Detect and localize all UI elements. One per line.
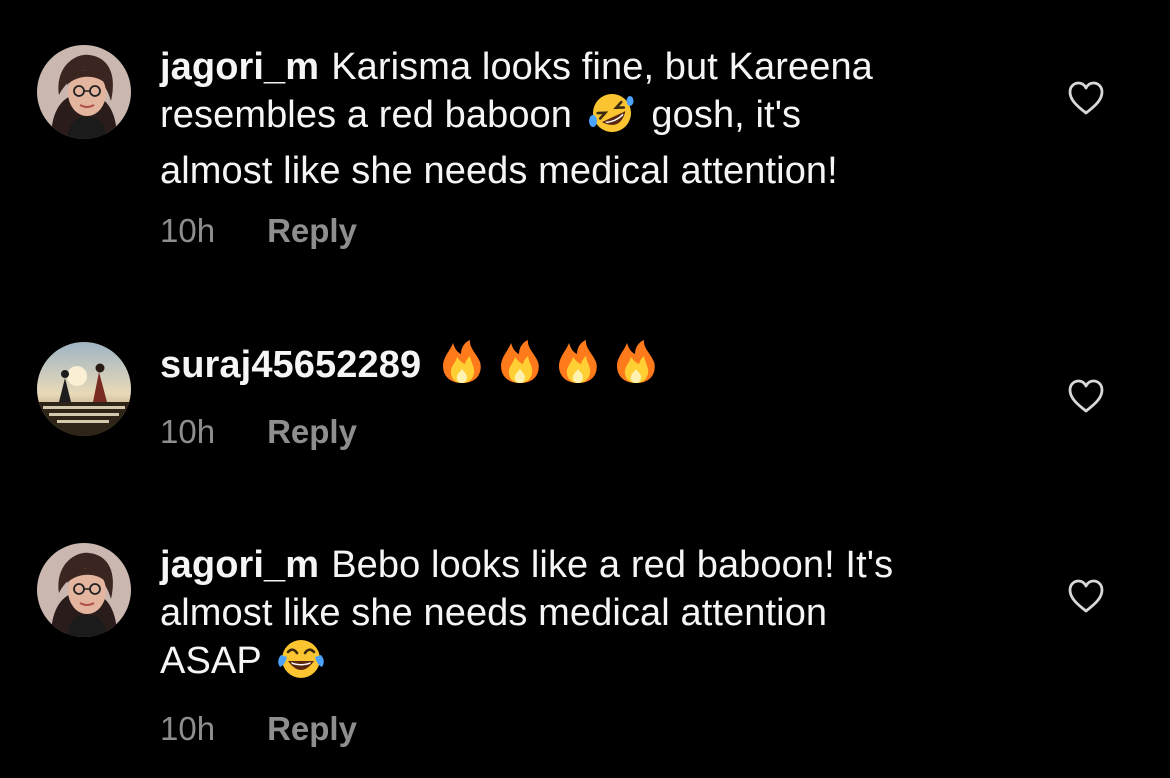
comment-text-line: resembles a red baboon: [160, 94, 573, 136]
comment-meta: 10h Reply: [160, 710, 357, 748]
username[interactable]: suraj45652289: [160, 344, 421, 386]
username[interactable]: jagori_m: [160, 544, 319, 586]
fire-emoji-group: [433, 340, 665, 386]
profile-photo-icon: [37, 543, 131, 637]
timestamp: 10h: [160, 212, 216, 249]
fire-icon: [437, 339, 487, 397]
profile-photo-icon: [37, 342, 131, 436]
comment-text-line: ASAP: [160, 640, 262, 682]
fire-icon: [553, 339, 603, 397]
like-heart-icon[interactable]: [1067, 578, 1105, 614]
avatar[interactable]: [37, 45, 131, 139]
profile-photo-icon: [37, 45, 131, 139]
reply-button[interactable]: Reply: [267, 710, 357, 748]
comment-text: suraj45652289: [160, 339, 1020, 397]
username[interactable]: jagori_m: [160, 46, 319, 88]
like-heart-icon[interactable]: [1067, 378, 1105, 414]
comment-text-line: Bebo looks like a red baboon! It's: [331, 544, 894, 586]
comment-text-line: almost like she needs medical attention: [160, 592, 828, 634]
comment-text-line: Karisma looks fine, but Kareena: [331, 46, 873, 88]
comment-text: jagori_m Karisma looks fine, but Kareena …: [160, 43, 1020, 195]
avatar[interactable]: [37, 543, 131, 637]
comment-meta: 10h Reply: [160, 413, 357, 451]
rolling-on-floor-laughing-icon: [587, 91, 637, 147]
timestamp: 10h: [160, 710, 216, 747]
timestamp: 10h: [160, 413, 216, 450]
comment-text: jagori_m Bebo looks like a red baboon! It…: [160, 541, 1020, 693]
comment-meta: 10h Reply: [160, 212, 357, 250]
reply-button[interactable]: Reply: [267, 212, 357, 250]
comment-text-line: almost like she needs medical attention!: [160, 150, 838, 192]
fire-icon: [611, 339, 661, 397]
fire-icon: [495, 339, 545, 397]
avatar[interactable]: [37, 342, 131, 436]
like-heart-icon[interactable]: [1067, 80, 1105, 116]
reply-button[interactable]: Reply: [267, 413, 357, 451]
comment-text-line: gosh, it's: [651, 94, 802, 136]
face-with-tears-of-joy-icon: [276, 637, 326, 693]
